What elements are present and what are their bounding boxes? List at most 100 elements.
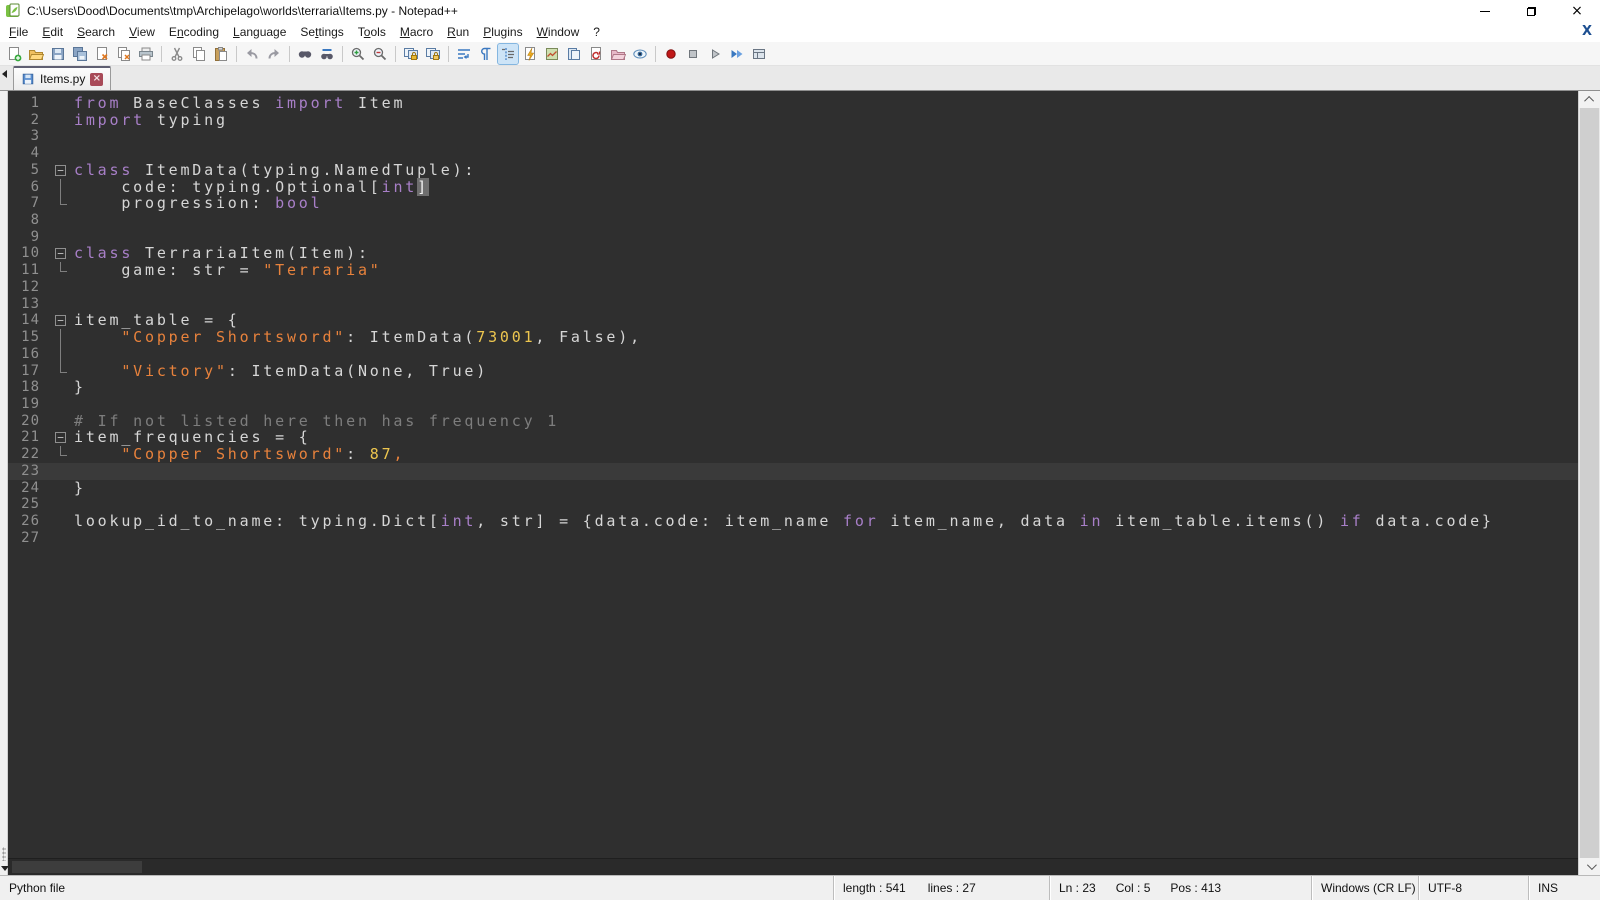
menubar-close-icon[interactable]: X (1582, 24, 1592, 39)
fold-toggle-icon[interactable]: − (50, 162, 74, 179)
horizontal-scrollbar-thumb[interactable] (12, 861, 142, 873)
tab-close-icon[interactable]: × (90, 73, 103, 86)
line-number[interactable]: 10 (8, 245, 50, 262)
menu-view[interactable]: View (122, 23, 162, 41)
statusbar-encoding[interactable]: UTF-8 (1418, 876, 1528, 900)
print-icon[interactable] (136, 44, 156, 64)
line-number[interactable]: 1 (8, 95, 50, 112)
line-number[interactable]: 27 (8, 530, 50, 547)
menu-plugins[interactable]: Plugins (476, 23, 529, 41)
save-macro-icon[interactable] (749, 44, 769, 64)
redo-icon[interactable] (264, 44, 284, 64)
line-number[interactable]: 12 (8, 279, 50, 296)
menu-language[interactable]: Language (226, 23, 293, 41)
line-number[interactable]: 5 (8, 162, 50, 179)
line-number[interactable]: 8 (8, 212, 50, 229)
line-number[interactable]: 23 (8, 463, 50, 480)
horizontal-scrollbar[interactable] (8, 858, 1578, 875)
menu-edit[interactable]: Edit (35, 23, 70, 41)
open-file-icon[interactable] (26, 44, 46, 64)
cut-icon[interactable] (167, 44, 187, 64)
replace-icon[interactable] (317, 44, 337, 64)
close-file-icon[interactable] (92, 44, 112, 64)
play-macro-icon[interactable] (705, 44, 725, 64)
menu-help[interactable]: ? (586, 23, 607, 41)
copy-icon[interactable] (189, 44, 209, 64)
sync-horizontal-icon[interactable] (423, 44, 443, 64)
line-number[interactable]: 21 (8, 429, 50, 446)
function-list-icon[interactable] (520, 44, 540, 64)
line-number[interactable]: 6 (8, 179, 50, 196)
save-all-icon[interactable] (70, 44, 90, 64)
folder-as-workspace-icon[interactable] (586, 44, 606, 64)
document-list-icon[interactable] (564, 44, 584, 64)
file-monitoring-icon[interactable] (630, 44, 650, 64)
line-number[interactable]: 25 (8, 496, 50, 513)
close-button[interactable]: × (1554, 0, 1600, 22)
close-all-icon[interactable] (114, 44, 134, 64)
menu-macro[interactable]: Macro (393, 23, 440, 41)
save-icon[interactable] (48, 44, 68, 64)
vertical-scrollbar-thumb[interactable] (1580, 108, 1599, 858)
sync-vertical-icon[interactable] (401, 44, 421, 64)
fold-toggle-icon[interactable]: − (50, 245, 74, 262)
fold-toggle-icon[interactable]: − (50, 429, 74, 446)
line-number[interactable]: 20 (8, 413, 50, 430)
restore-icon (1527, 7, 1536, 16)
line-number[interactable]: 3 (8, 128, 50, 145)
project-panel-icon[interactable] (608, 44, 628, 64)
fold-margin (50, 229, 74, 246)
undo-icon[interactable] (242, 44, 262, 64)
zoom-out-icon[interactable] (370, 44, 390, 64)
word-wrap-icon[interactable] (454, 44, 474, 64)
stop-macro-icon[interactable] (683, 44, 703, 64)
line-number[interactable]: 14 (8, 312, 50, 329)
menu-search[interactable]: Search (70, 23, 122, 41)
line-number[interactable]: 11 (8, 262, 50, 279)
fold-margin (50, 112, 74, 129)
line-number[interactable]: 13 (8, 296, 50, 313)
show-all-characters-icon[interactable] (476, 44, 496, 64)
caret-col: Col : 5 (1116, 881, 1151, 895)
tab-scroll-left-icon[interactable] (2, 70, 7, 78)
line-number[interactable]: 7 (8, 195, 50, 212)
menu-settings[interactable]: Settings (293, 23, 350, 41)
line-number[interactable]: 22 (8, 446, 50, 463)
menu-run[interactable]: Run (440, 23, 476, 41)
line-number[interactable]: 4 (8, 145, 50, 162)
new-file-icon[interactable] (4, 44, 24, 64)
restore-button[interactable] (1508, 0, 1554, 22)
zoom-in-icon[interactable] (348, 44, 368, 64)
vertical-scrollbar[interactable] (1578, 91, 1600, 875)
record-macro-icon[interactable] (661, 44, 681, 64)
run-macro-multiple-icon[interactable] (727, 44, 747, 64)
statusbar-insert-mode[interactable]: INS (1528, 876, 1600, 900)
line-number[interactable]: 15 (8, 329, 50, 346)
code-editor[interactable]: 1from BaseClasses import Item2import typ… (8, 91, 1578, 858)
line-number[interactable]: 17 (8, 363, 50, 380)
menu-encoding[interactable]: Encoding (162, 23, 226, 41)
line-number[interactable]: 2 (8, 112, 50, 129)
line-number[interactable]: 24 (8, 480, 50, 497)
line-number[interactable]: 26 (8, 513, 50, 530)
paste-icon[interactable] (211, 44, 231, 64)
line-number[interactable]: 16 (8, 346, 50, 363)
fold-toggle-icon[interactable]: − (50, 312, 74, 329)
tab-items-py[interactable]: Items.py × (13, 66, 111, 90)
menu-window[interactable]: Window (530, 23, 587, 41)
minimize-button[interactable] (1462, 0, 1508, 22)
scroll-down-button[interactable] (1579, 858, 1600, 875)
line-number[interactable]: 9 (8, 229, 50, 246)
code-line-7: 7 progression: bool (8, 195, 1578, 212)
statusbar-eol-format[interactable]: Windows (CR LF) (1311, 876, 1418, 900)
menu-tools[interactable]: Tools (351, 23, 393, 41)
fold-margin (50, 329, 74, 346)
scroll-up-button[interactable] (1579, 91, 1600, 108)
document-map-icon[interactable] (542, 44, 562, 64)
line-number[interactable]: 18 (8, 379, 50, 396)
indent-guide-icon[interactable] (498, 44, 518, 64)
find-icon[interactable] (295, 44, 315, 64)
menu-file[interactable]: File (2, 23, 35, 41)
fold-margin (50, 363, 74, 380)
line-number[interactable]: 19 (8, 396, 50, 413)
